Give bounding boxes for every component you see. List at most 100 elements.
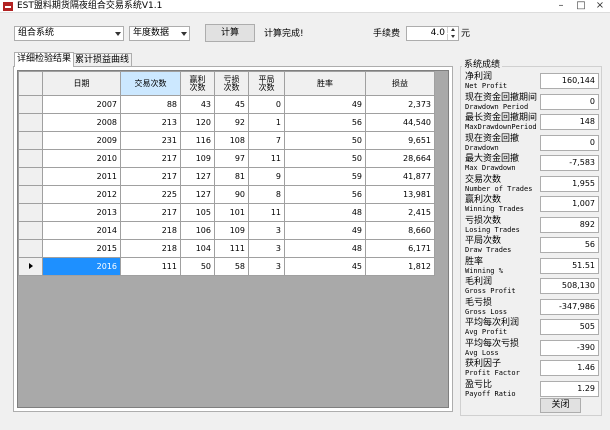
table-cell[interactable]: 1,812 (365, 257, 435, 276)
table-cell[interactable]: 56 (284, 185, 366, 204)
stat-value-field[interactable]: -390 (540, 339, 599, 356)
period-select[interactable]: 年度数据 (129, 26, 190, 41)
row-header[interactable] (18, 95, 43, 114)
stat-value-field[interactable]: -347,986 (540, 298, 599, 315)
column-header-draws[interactable]: 平局 次数 (248, 71, 285, 96)
table-cell[interactable]: 105 (180, 203, 215, 222)
stat-value-field[interactable]: -7,583 (540, 155, 599, 171)
stat-value-field[interactable]: 56 (540, 237, 599, 253)
table-cell[interactable]: 217 (120, 167, 181, 186)
table-cell[interactable]: 45 (214, 95, 249, 114)
table-row[interactable]: 2014 218 106 109 3 49 8,660 (18, 221, 435, 240)
stat-value-field[interactable]: 0 (540, 134, 599, 151)
row-header[interactable] (18, 185, 43, 204)
table-cell[interactable]: 109 (180, 149, 215, 168)
table-cell[interactable]: 6,171 (365, 239, 435, 258)
table-cell[interactable]: 7 (248, 131, 285, 150)
table-cell[interactable]: 217 (120, 203, 181, 222)
table-cell[interactable]: 49 (284, 221, 366, 240)
column-header-date[interactable]: 日期 (42, 71, 121, 96)
table-cell[interactable]: 104 (180, 239, 215, 258)
stat-value-field[interactable]: 51.51 (540, 257, 599, 274)
table-row[interactable]: 2007 88 43 45 0 49 2,373 (18, 95, 435, 114)
table-cell[interactable]: 81 (214, 167, 249, 186)
row-header[interactable] (18, 149, 43, 168)
table-cell[interactable]: 116 (180, 131, 215, 150)
table-cell[interactable]: 109 (214, 221, 249, 240)
tab-cumulative-pnl[interactable]: 累计损益曲线 (72, 53, 133, 67)
close-icon[interactable]: × (590, 0, 610, 13)
column-header-losses[interactable]: 亏损 次数 (214, 71, 249, 96)
table-cell[interactable]: 8 (248, 185, 285, 204)
table-cell[interactable]: 9,651 (365, 131, 435, 150)
table-row[interactable]: 2009 231 116 108 7 50 9,651 (18, 131, 435, 150)
table-cell[interactable]: 2008 (42, 113, 121, 132)
table-cell[interactable]: 41,877 (365, 167, 435, 186)
table-cell[interactable]: 56 (284, 113, 366, 132)
spin-up-icon[interactable] (447, 27, 458, 33)
table-cell[interactable]: 127 (180, 185, 215, 204)
table-cell[interactable]: 97 (214, 149, 249, 168)
table-cell[interactable]: 2013 (42, 203, 121, 222)
table-cell[interactable]: 48 (284, 203, 366, 222)
table-cell[interactable]: 1 (248, 113, 285, 132)
table-cell[interactable]: 213 (120, 113, 181, 132)
table-cell[interactable]: 2011 (42, 167, 121, 186)
table-cell[interactable]: 2010 (42, 149, 121, 168)
table-cell[interactable]: 11 (248, 149, 285, 168)
table-row[interactable]: 2011 217 127 81 9 59 41,877 (18, 167, 435, 186)
table-cell[interactable]: 8,660 (365, 221, 435, 240)
table-cell[interactable]: 50 (284, 131, 366, 150)
table-cell[interactable]: 127 (180, 167, 215, 186)
table-cell[interactable]: 45 (284, 257, 366, 276)
table-cell[interactable]: 59 (284, 167, 366, 186)
results-grid[interactable]: 日期 交易次数 赢利 次数 亏损 次数 平局 次数 胜率 损益 2007 88 43 45 0 49 2… (17, 70, 449, 408)
table-cell[interactable]: 2015 (42, 239, 121, 258)
row-header[interactable] (18, 167, 43, 186)
stat-value-field[interactable]: 1.29 (540, 380, 599, 397)
stat-value-field[interactable]: 1,007 (540, 196, 599, 212)
stat-value-field[interactable]: 508,130 (540, 278, 599, 294)
stat-value-field[interactable]: 892 (540, 216, 599, 233)
column-header-trades[interactable]: 交易次数 (120, 71, 181, 96)
table-cell[interactable]: 111 (214, 239, 249, 258)
close-button[interactable]: 关闭 (540, 398, 581, 413)
table-row[interactable]: 2015 218 104 111 3 48 6,171 (18, 239, 435, 258)
row-header[interactable] (18, 221, 43, 240)
stat-value-field[interactable]: 505 (540, 319, 599, 335)
table-cell[interactable]: 88 (120, 95, 181, 114)
table-row[interactable]: 2016 111 50 58 3 45 1,812 (18, 257, 435, 276)
table-cell[interactable]: 43 (180, 95, 215, 114)
tab-detail-results[interactable]: 详细检验结果 (14, 52, 75, 67)
table-cell[interactable]: 92 (214, 113, 249, 132)
table-cell[interactable]: 2,373 (365, 95, 435, 114)
table-cell[interactable]: 3 (248, 239, 285, 258)
table-cell[interactable]: 0 (248, 95, 285, 114)
table-cell[interactable]: 2014 (42, 221, 121, 240)
table-row[interactable]: 2012 225 127 90 8 56 13,981 (18, 185, 435, 204)
stat-value-field[interactable]: 148 (540, 114, 599, 130)
table-row[interactable]: 2013 217 105 101 11 48 2,415 (18, 203, 435, 222)
table-cell[interactable]: 218 (120, 221, 181, 240)
table-cell[interactable]: 44,540 (365, 113, 435, 132)
table-cell[interactable]: 49 (284, 95, 366, 114)
table-cell[interactable]: 2012 (42, 185, 121, 204)
table-cell[interactable]: 48 (284, 239, 366, 258)
spin-down-icon[interactable] (447, 34, 458, 40)
table-cell[interactable]: 28,664 (365, 149, 435, 168)
table-cell[interactable]: 108 (214, 131, 249, 150)
row-header[interactable] (18, 239, 43, 258)
table-cell[interactable]: 217 (120, 149, 181, 168)
table-cell[interactable]: 225 (120, 185, 181, 204)
maximize-icon[interactable]: □ (571, 0, 591, 13)
stat-value-field[interactable]: 0 (540, 93, 599, 110)
row-header[interactable] (18, 131, 43, 150)
table-cell[interactable]: 218 (120, 239, 181, 258)
table-cell[interactable]: 11 (248, 203, 285, 222)
stat-value-field[interactable]: 160,144 (540, 73, 599, 89)
table-row[interactable]: 2010 217 109 97 11 50 28,664 (18, 149, 435, 168)
table-cell[interactable]: 101 (214, 203, 249, 222)
table-cell[interactable]: 120 (180, 113, 215, 132)
table-cell[interactable]: 231 (120, 131, 181, 150)
table-cell[interactable]: 9 (248, 167, 285, 186)
